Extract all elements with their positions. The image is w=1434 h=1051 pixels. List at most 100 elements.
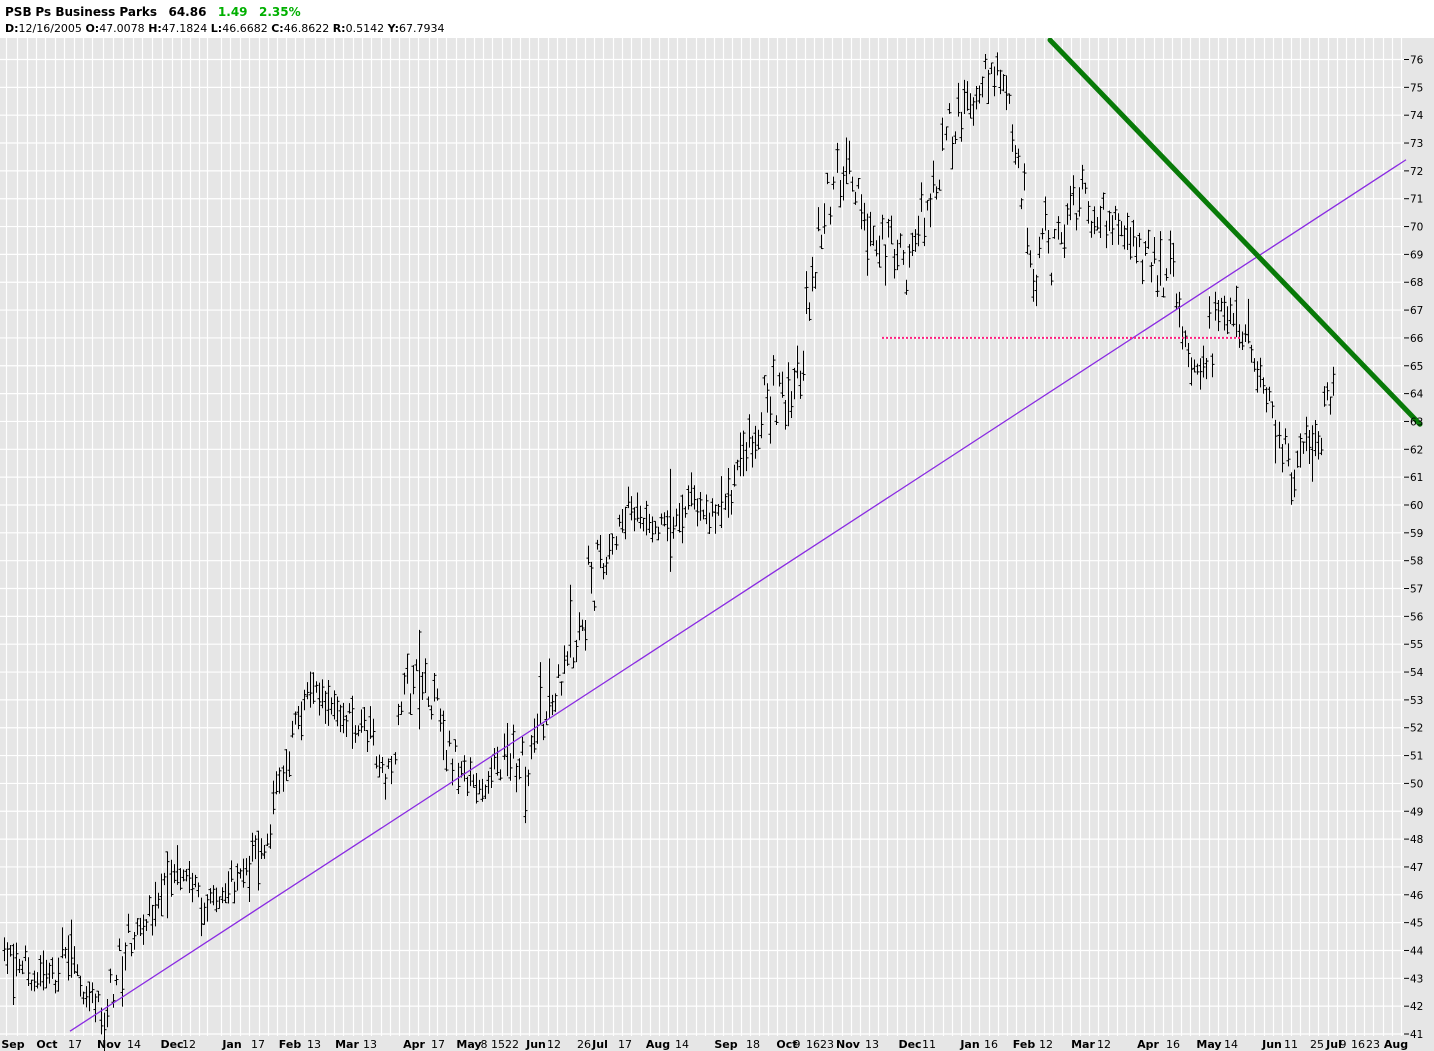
date-value: 12/16/2005 [18,22,82,35]
y-tick-label: 53 [1410,695,1423,707]
x-tick-label: Jun [525,1038,546,1051]
x-tick-label: 11 [1284,1038,1298,1051]
y-tick-label: 66 [1410,333,1424,345]
y-tick-label: 73 [1410,138,1423,150]
x-tick-label: 14 [675,1038,689,1051]
x-tick-label: 26 [577,1038,591,1051]
x-tick-label: Jan [959,1038,979,1051]
y-tick-label: 57 [1410,584,1423,596]
x-tick-label: 12 [547,1038,561,1051]
y-tick-label: 47 [1410,862,1423,874]
y-tick-label: 43 [1410,973,1423,985]
x-tick-label: 9 [794,1038,801,1051]
y-tick-label: 52 [1410,723,1423,735]
y-tick-label: 44 [1410,945,1424,957]
x-tick-label: 14 [1224,1038,1238,1051]
x-tick-label: 16 [1351,1038,1365,1051]
x-tick-label: May [456,1038,481,1051]
y-tick-label: 67 [1410,305,1423,317]
y-tick-label: 68 [1410,277,1423,289]
x-tick-label: Apr [1137,1038,1159,1051]
chart-header: PSB Ps Business Parks 64.86 1.49 2.35% D… [0,0,1434,38]
y-tick-label: 56 [1410,611,1424,623]
x-tick-label: Apr [403,1038,425,1051]
y-tick-label: 75 [1410,82,1423,94]
x-tick-label: 17 [68,1038,82,1051]
y-value: 67.7934 [399,22,445,35]
open-value: 47.0078 [99,22,145,35]
x-tick-label: 17 [618,1038,632,1051]
quote-line: PSB Ps Business Parks 64.86 1.49 2.35% [5,5,301,19]
low-value: 46.6682 [222,22,268,35]
x-tick-label: 11 [922,1038,936,1051]
low-label: L: [210,22,223,35]
x-tick-label: Mar [335,1038,359,1051]
range-value: 0.5142 [345,22,385,35]
x-tick-label: May [1196,1038,1221,1051]
y-tick-label: 63 [1410,416,1423,428]
x-tick-label: 14 [127,1038,141,1051]
x-tick-label: 9 [1340,1038,1347,1051]
price-change-percent: 2.35% [258,5,301,19]
y-tick-label: 60 [1410,500,1423,512]
x-tick-label: Dec [898,1038,921,1051]
open-label: O: [85,22,100,35]
y-tick-label: 76 [1410,55,1424,67]
y-tick-label: 42 [1410,1001,1423,1013]
x-tick-label: 15 [491,1038,505,1051]
ticker-symbol: PSB [5,5,32,19]
date-label: D: [5,22,19,35]
y-tick-label: 72 [1410,166,1423,178]
x-tick-label: Sep [1,1038,24,1051]
y-tick-label: 55 [1410,639,1423,651]
high-value: 47.1824 [161,22,208,35]
x-tick-label: 16 [1166,1038,1180,1051]
range-label: R: [332,22,346,35]
x-tick-label: 23 [820,1038,834,1051]
y-tick-label: 71 [1410,194,1423,206]
company-name: Ps Business Parks [35,5,158,19]
y-tick-label: 74 [1410,110,1424,122]
x-tick-label: Jun [1261,1038,1282,1051]
ohlc-readout: D:12/16/2005 O:47.0078 H:47.1824 L:46.66… [5,22,445,35]
close-value: 46.8622 [283,22,330,35]
close-label: C: [271,22,284,35]
y-tick-label: 61 [1410,472,1423,484]
x-tick-label: Nov [836,1038,861,1051]
y-tick-label: 49 [1410,806,1423,818]
x-tick-label: 17 [251,1038,265,1051]
y-tick-label: 46 [1410,890,1424,902]
x-tick-label: 17 [431,1038,445,1051]
y-tick-label: 48 [1410,834,1423,846]
x-tick-label: Dec [160,1038,183,1051]
y-tick-label: 41 [1410,1029,1423,1041]
y-tick-label: 70 [1410,222,1423,234]
x-tick-label: 12 [1039,1038,1053,1051]
x-tick-label: Feb [279,1038,302,1051]
x-tick-label: 22 [505,1038,519,1051]
y-tick-label: 62 [1410,444,1423,456]
x-tick-label: Nov [97,1038,122,1051]
x-tick-label: Sep [714,1038,737,1051]
x-tick-label: 13 [363,1038,377,1051]
y-tick-label: 51 [1410,751,1423,763]
y-tick-label: 50 [1410,778,1423,790]
y-tick-label: 64 [1410,389,1424,401]
x-tick-label: 13 [307,1038,321,1051]
x-tick-label: Feb [1013,1038,1036,1051]
y-tick-label: 59 [1410,528,1423,540]
x-tick-label: 12 [182,1038,196,1051]
y-tick-label: 54 [1410,667,1424,679]
x-tick-label: 13 [865,1038,879,1051]
x-tick-label: 18 [746,1038,760,1051]
price-chart: 41 42 43 44 45 46 47 48 49 50 51 52 53 54 55 56 57 58 59 60… [0,0,1434,1051]
x-tick-label: 16 [984,1038,998,1051]
x-tick-label: 23 [1366,1038,1380,1051]
price-change: 1.49 [217,5,248,19]
y-tick-label: 69 [1410,249,1423,261]
x-tick-label: Jul [591,1038,608,1051]
x-tick-label: 12 [1097,1038,1111,1051]
x-tick-label: Mar [1071,1038,1095,1051]
y-tick-label: 45 [1410,918,1423,930]
last-price: 64.86 [168,5,207,19]
